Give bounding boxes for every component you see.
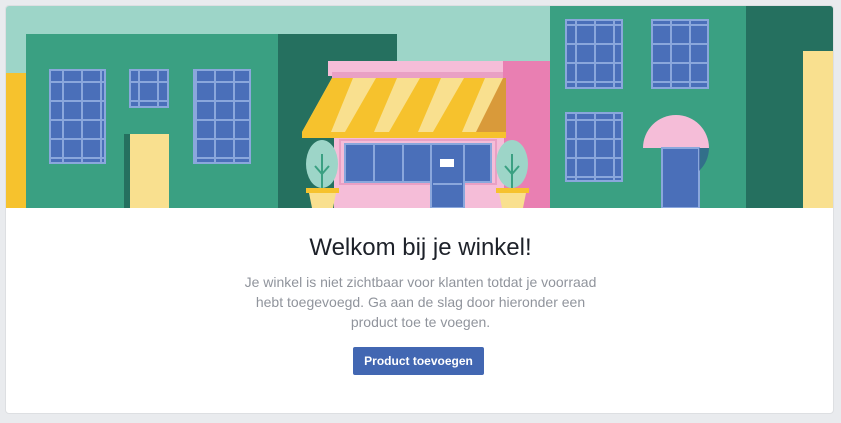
add-product-button[interactable]: Product toevoegen (353, 347, 484, 375)
storefront-illustration (6, 6, 833, 208)
plant-right (496, 140, 529, 208)
welcome-description: Je winkel is niet zichtbaar voor klanten… (244, 274, 597, 330)
store-welcome-card: Welkom bij je winkel! Je winkel is niet … (5, 5, 834, 414)
plant-left (306, 140, 339, 208)
welcome-content: Welkom bij je winkel! Je winkel is niet … (6, 208, 833, 413)
welcome-title: Welkom bij je winkel! (309, 234, 532, 261)
right-building (550, 6, 833, 208)
